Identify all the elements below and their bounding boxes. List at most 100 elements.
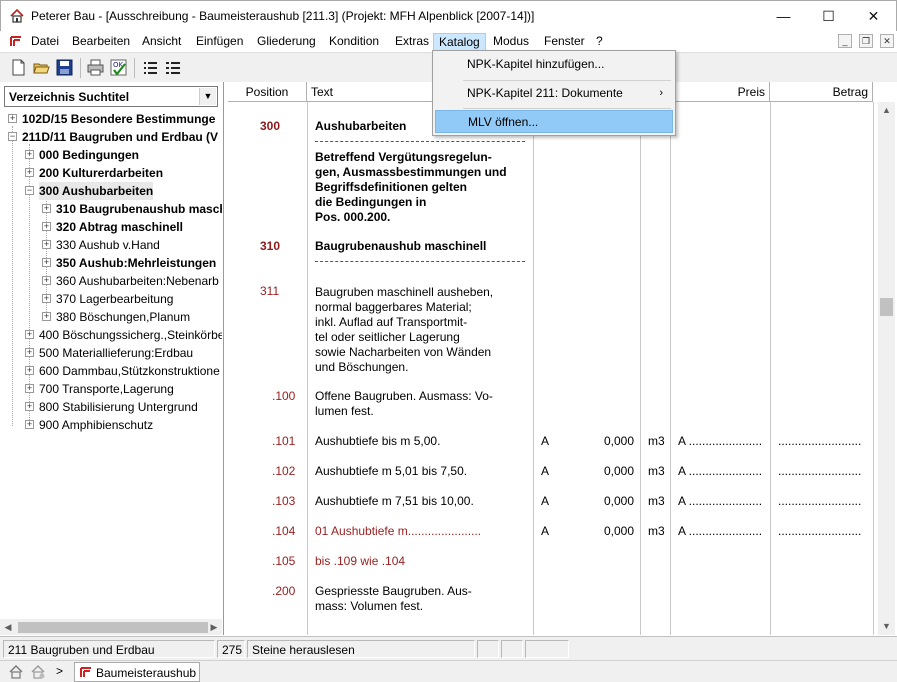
home-icon[interactable]: [8, 664, 24, 680]
tree-item-label: 211D/11 Baugruben und Erdbau (V: [22, 130, 219, 144]
window-tab-label: Baumeisteraushub: [96, 666, 197, 680]
expand-icon[interactable]: +: [42, 312, 51, 321]
menu-help[interactable]: ?: [591, 33, 608, 51]
close-button[interactable]: ✕: [851, 1, 896, 31]
tree-item-300[interactable]: − 300 Aushubarbeiten: [0, 182, 222, 200]
menu-bearbeiten[interactable]: Bearbeiten: [67, 33, 135, 51]
maximize-button[interactable]: ☐: [806, 1, 851, 31]
menu-item-npk-add[interactable]: NPK-Kapitel hinzufügen...: [435, 53, 673, 76]
tree-item-400[interactable]: + 400 Böschungssicherg.,Steinkörbe: [0, 326, 222, 344]
tree-item-360[interactable]: + 360 Aushubarbeiten:Nebenarb: [0, 272, 222, 290]
expand-icon[interactable]: +: [25, 150, 34, 159]
expand-icon[interactable]: +: [25, 420, 34, 429]
collapse-icon[interactable]: −: [8, 132, 17, 141]
tree-item-330[interactable]: + 330 Aushub v.Hand: [0, 236, 222, 254]
expand-icon[interactable]: +: [25, 330, 34, 339]
tree-item-370[interactable]: + 370 Lagerbearbeitung: [0, 290, 222, 308]
new-document-button[interactable]: [8, 57, 29, 78]
tree-item-label: 200 Kulturerdarbeiten: [39, 166, 164, 180]
expand-icon[interactable]: +: [8, 114, 17, 123]
tree-item-label: 000 Bedingungen: [39, 148, 140, 162]
expand-icon[interactable]: +: [25, 348, 34, 357]
row-amount: .........................: [778, 494, 862, 508]
home-settings-icon[interactable]: [30, 664, 46, 680]
menu-extras[interactable]: Extras: [390, 33, 434, 51]
row-text: Baugrubenaushub maschinell: [315, 239, 487, 253]
row-price[interactable]: A ......................: [678, 434, 762, 449]
row-text: mass: Volumen fest.: [315, 599, 424, 613]
expand-icon[interactable]: +: [25, 168, 34, 177]
tree-item-800[interactable]: + 800 Stabilisierung Untergrund: [0, 398, 222, 416]
tree-item-320[interactable]: + 320 Abtrag maschinell: [0, 218, 222, 236]
chevron-down-icon[interactable]: ▼: [199, 88, 216, 105]
menu-datei[interactable]: Datei: [26, 33, 64, 51]
tree-item-label: 350 Aushub:Mehrleistungen: [56, 256, 217, 270]
expand-icon[interactable]: +: [42, 276, 51, 285]
tree-item-380[interactable]: + 380 Böschungen,Planum: [0, 308, 222, 326]
grid-vertical-scrollbar[interactable]: ▲ ▼: [878, 102, 895, 635]
header-position[interactable]: Position: [228, 82, 307, 102]
mdi-restore-icon[interactable]: ❐: [859, 34, 873, 48]
row-price[interactable]: A ......................: [678, 464, 762, 479]
directory-select[interactable]: Verzeichnis Suchtitel ▼: [4, 86, 218, 107]
row-quantity[interactable]: 0,000: [604, 494, 634, 509]
new-document-icon: [12, 59, 25, 76]
tree-horizontal-scrollbar[interactable]: ◀ ▶: [0, 619, 222, 635]
expand-icon[interactable]: +: [42, 258, 51, 267]
tree-item-500[interactable]: + 500 Materiallieferung:Erdbau: [0, 344, 222, 362]
menu-katalog[interactable]: Katalog: [433, 33, 486, 51]
menu-ansicht[interactable]: Ansicht: [137, 33, 186, 51]
numbered-list-button[interactable]: [163, 57, 184, 78]
menu-modus[interactable]: Modus: [488, 33, 534, 51]
window-tab-baumeisteraushub[interactable]: Baumeisteraushub: [74, 662, 200, 682]
tree-item-600[interactable]: + 600 Dammbau,Stützkonstruktione: [0, 362, 222, 380]
expand-icon[interactable]: +: [25, 384, 34, 393]
menu-fenster[interactable]: Fenster: [539, 33, 590, 51]
menu-item-npk-documents[interactable]: NPK-Kapitel 211: Dokumente ›: [435, 82, 673, 105]
list-view-button[interactable]: [140, 57, 161, 78]
tree-item-310[interactable]: + 310 Baugrubenaushub maschi: [0, 200, 222, 218]
tree-item-label: 700 Transporte,Lagerung: [39, 382, 174, 396]
row-quantity[interactable]: 0,000: [604, 524, 634, 539]
minimize-button[interactable]: —: [761, 1, 806, 31]
header-betrag[interactable]: Betrag: [770, 82, 873, 102]
mdi-close-icon[interactable]: ✕: [880, 34, 894, 48]
row-text: die Bedingungen in: [315, 195, 427, 209]
mdi-minimize-icon[interactable]: _: [838, 34, 852, 48]
tree-item-102d15[interactable]: + 102D/15 Besondere Bestimmunge: [0, 110, 222, 128]
collapse-icon[interactable]: −: [25, 186, 34, 195]
menu-einfuegen[interactable]: Einfügen: [191, 33, 248, 51]
scroll-up-icon[interactable]: ▲: [878, 102, 895, 119]
scroll-thumb[interactable]: [18, 622, 208, 633]
tree-item-label: 330 Aushub v.Hand: [56, 238, 160, 252]
tree-item-200[interactable]: + 200 Kulturerdarbeiten: [0, 164, 222, 182]
row-quantity[interactable]: 0,000: [604, 434, 634, 449]
expand-icon[interactable]: +: [25, 366, 34, 375]
scroll-thumb[interactable]: [880, 298, 893, 316]
row-quantity[interactable]: 0,000: [604, 464, 634, 479]
tree-item-350[interactable]: + 350 Aushub:Mehrleistungen: [0, 254, 222, 272]
check-ok-button[interactable]: OK: [108, 57, 129, 78]
menu-gliederung[interactable]: Gliederung: [252, 33, 321, 51]
header-preis[interactable]: Preis: [670, 82, 770, 102]
menu-item-mlv-open[interactable]: MLV öffnen...: [435, 110, 673, 133]
menu-kondition[interactable]: Kondition: [324, 33, 384, 51]
tree-item-211d11[interactable]: − 211D/11 Baugruben und Erdbau (V: [0, 128, 222, 146]
row-price[interactable]: A ......................: [678, 524, 762, 539]
tree-item-900[interactable]: + 900 Amphibienschutz: [0, 416, 222, 434]
tree-item-700[interactable]: + 700 Transporte,Lagerung: [0, 380, 222, 398]
toolbar-separator: [134, 58, 135, 78]
open-folder-button[interactable]: [31, 57, 52, 78]
expand-icon[interactable]: +: [42, 222, 51, 231]
expand-icon[interactable]: +: [25, 402, 34, 411]
scroll-left-icon[interactable]: ◀: [0, 619, 16, 635]
scroll-down-icon[interactable]: ▼: [878, 618, 895, 635]
expand-icon[interactable]: +: [42, 294, 51, 303]
scroll-right-icon[interactable]: ▶: [206, 619, 222, 635]
row-price[interactable]: A ......................: [678, 494, 762, 509]
expand-icon[interactable]: +: [42, 240, 51, 249]
print-button[interactable]: [85, 57, 106, 78]
save-button[interactable]: [54, 57, 75, 78]
expand-icon[interactable]: +: [42, 204, 51, 213]
tree-item-000[interactable]: + 000 Bedingungen: [0, 146, 222, 164]
